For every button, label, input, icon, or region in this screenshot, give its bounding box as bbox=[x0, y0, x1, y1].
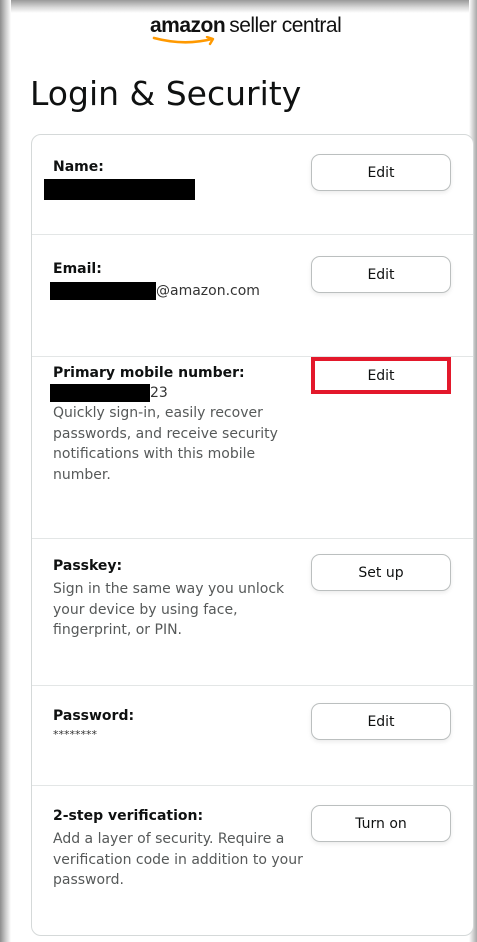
window-shadow-left bbox=[0, 0, 11, 942]
mobile-number-row: Primary mobile number: 23 Quickly sign-i… bbox=[32, 357, 473, 539]
edit-mobile-number-button[interactable]: Edit bbox=[311, 357, 451, 394]
redacted-name bbox=[44, 179, 195, 200]
password-value: ******** bbox=[53, 728, 97, 741]
turn-on-two-step-verification-button[interactable]: Turn on bbox=[311, 805, 451, 842]
logo-product: seller central bbox=[229, 14, 342, 37]
two-step-verification-description: Add a layer of security. Require a verif… bbox=[53, 831, 303, 888]
email-label: Email: bbox=[53, 261, 102, 277]
amazon-smile-icon bbox=[152, 36, 215, 46]
mobile-number-suffix: 23 bbox=[150, 385, 168, 401]
two-step-verification-label: 2-step verification: bbox=[53, 808, 204, 824]
page: amazon seller central Login & Security Na… bbox=[0, 0, 477, 942]
mobile-number-description: Quickly sign-in, easily recover password… bbox=[53, 405, 278, 483]
name-label: Name: bbox=[53, 159, 104, 175]
security-settings-card: Name: Edit Email: @amazon.com Edit Prima… bbox=[31, 134, 474, 936]
email-value: @amazon.com bbox=[50, 282, 260, 300]
redacted-email-local-part bbox=[50, 282, 156, 300]
passkey-row: Passkey: Sign in the same way you unlock… bbox=[32, 539, 473, 686]
redacted-mobile-number bbox=[50, 384, 150, 402]
edit-email-button[interactable]: Edit bbox=[311, 256, 451, 293]
mobile-number-value: 23 bbox=[50, 384, 168, 402]
passkey-label: Passkey: bbox=[53, 558, 123, 574]
logo-brand: amazon bbox=[150, 14, 226, 37]
amazon-seller-central-logo[interactable]: amazon seller central bbox=[150, 14, 342, 46]
edit-name-button[interactable]: Edit bbox=[311, 154, 451, 191]
password-label: Password: bbox=[53, 708, 135, 724]
password-row: Password: ******** Edit bbox=[32, 686, 473, 786]
email-row: Email: @amazon.com Edit bbox=[32, 235, 473, 357]
mobile-number-label: Primary mobile number: bbox=[53, 365, 245, 381]
passkey-description: Sign in the same way you unlock your dev… bbox=[53, 581, 285, 638]
page-title: Login & Security bbox=[30, 74, 302, 113]
window-shadow-top bbox=[0, 0, 477, 13]
set-up-passkey-button[interactable]: Set up bbox=[311, 554, 451, 591]
two-step-verification-row: 2-step verification: Add a layer of secu… bbox=[32, 786, 473, 934]
edit-password-button[interactable]: Edit bbox=[311, 703, 451, 740]
name-value bbox=[44, 179, 195, 200]
email-domain: @amazon.com bbox=[156, 283, 260, 299]
name-row: Name: Edit bbox=[32, 135, 473, 235]
